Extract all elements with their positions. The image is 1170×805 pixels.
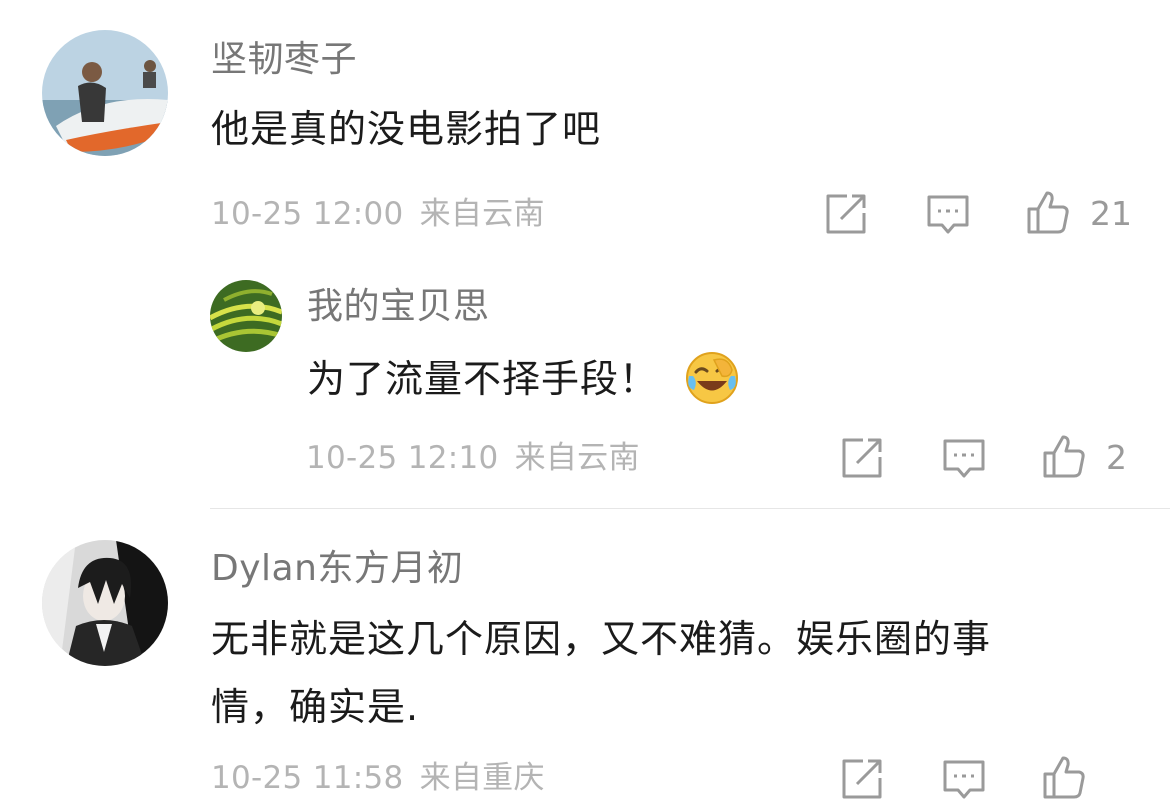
comment-text: 他是真的没电影拍了吧 xyxy=(211,107,602,151)
share-icon xyxy=(842,759,882,799)
location: 来自云南 xyxy=(419,196,545,232)
reply-like-count: 2 xyxy=(1106,438,1127,477)
timestamp: 10-25 11:58 xyxy=(211,760,404,796)
thumbs-up-icon xyxy=(1043,435,1085,478)
comment-icon xyxy=(943,439,985,478)
reply-text-content: 为了流量不择手段！ xyxy=(307,357,659,401)
reply-username[interactable]: 我的宝贝思 xyxy=(307,285,490,329)
like-button[interactable] xyxy=(1026,190,1070,234)
thumbs-up-icon xyxy=(1043,756,1085,799)
reply-share-button[interactable] xyxy=(840,436,884,480)
reply-avatar[interactable] xyxy=(210,280,282,352)
reply-text: 为了流量不择手段！ xyxy=(307,348,740,410)
like-button[interactable] xyxy=(1042,755,1086,799)
comment-button[interactable] xyxy=(926,192,970,236)
share-icon xyxy=(826,194,866,234)
avatar[interactable] xyxy=(42,30,168,156)
divider xyxy=(210,508,1170,509)
username[interactable]: 坚韧枣子 xyxy=(211,38,357,82)
thumbs-up-icon xyxy=(1027,191,1069,234)
location: 来自重庆 xyxy=(419,760,545,796)
timestamp: 10-25 12:10 xyxy=(306,440,499,476)
comment-text-line-2: 情，确实是. xyxy=(211,685,420,729)
comment-meta: 10-25 12:00 来自云南 xyxy=(211,194,545,234)
comment-icon xyxy=(927,195,969,234)
share-button[interactable] xyxy=(824,192,868,236)
share-button[interactable] xyxy=(840,757,884,801)
comment-text-line-1: 无非就是这几个原因，又不难猜。娱乐圈的事 xyxy=(211,617,992,661)
username[interactable]: Dylan东方月初 xyxy=(211,547,463,591)
reply-meta: 10-25 12:10 来自云南 xyxy=(306,438,640,478)
avatar[interactable] xyxy=(42,540,168,666)
laughing-crying-emoji xyxy=(684,350,740,406)
comment-icon xyxy=(943,760,985,799)
like-count: 21 xyxy=(1090,194,1132,233)
comment-button[interactable] xyxy=(942,757,986,801)
timestamp: 10-25 12:00 xyxy=(211,196,404,232)
comment-meta: 10-25 11:58 来自重庆 xyxy=(211,758,545,798)
location: 来自云南 xyxy=(514,440,640,476)
reply-comment-button[interactable] xyxy=(942,436,986,480)
share-icon xyxy=(842,438,882,478)
reply-like-button[interactable] xyxy=(1042,434,1086,478)
